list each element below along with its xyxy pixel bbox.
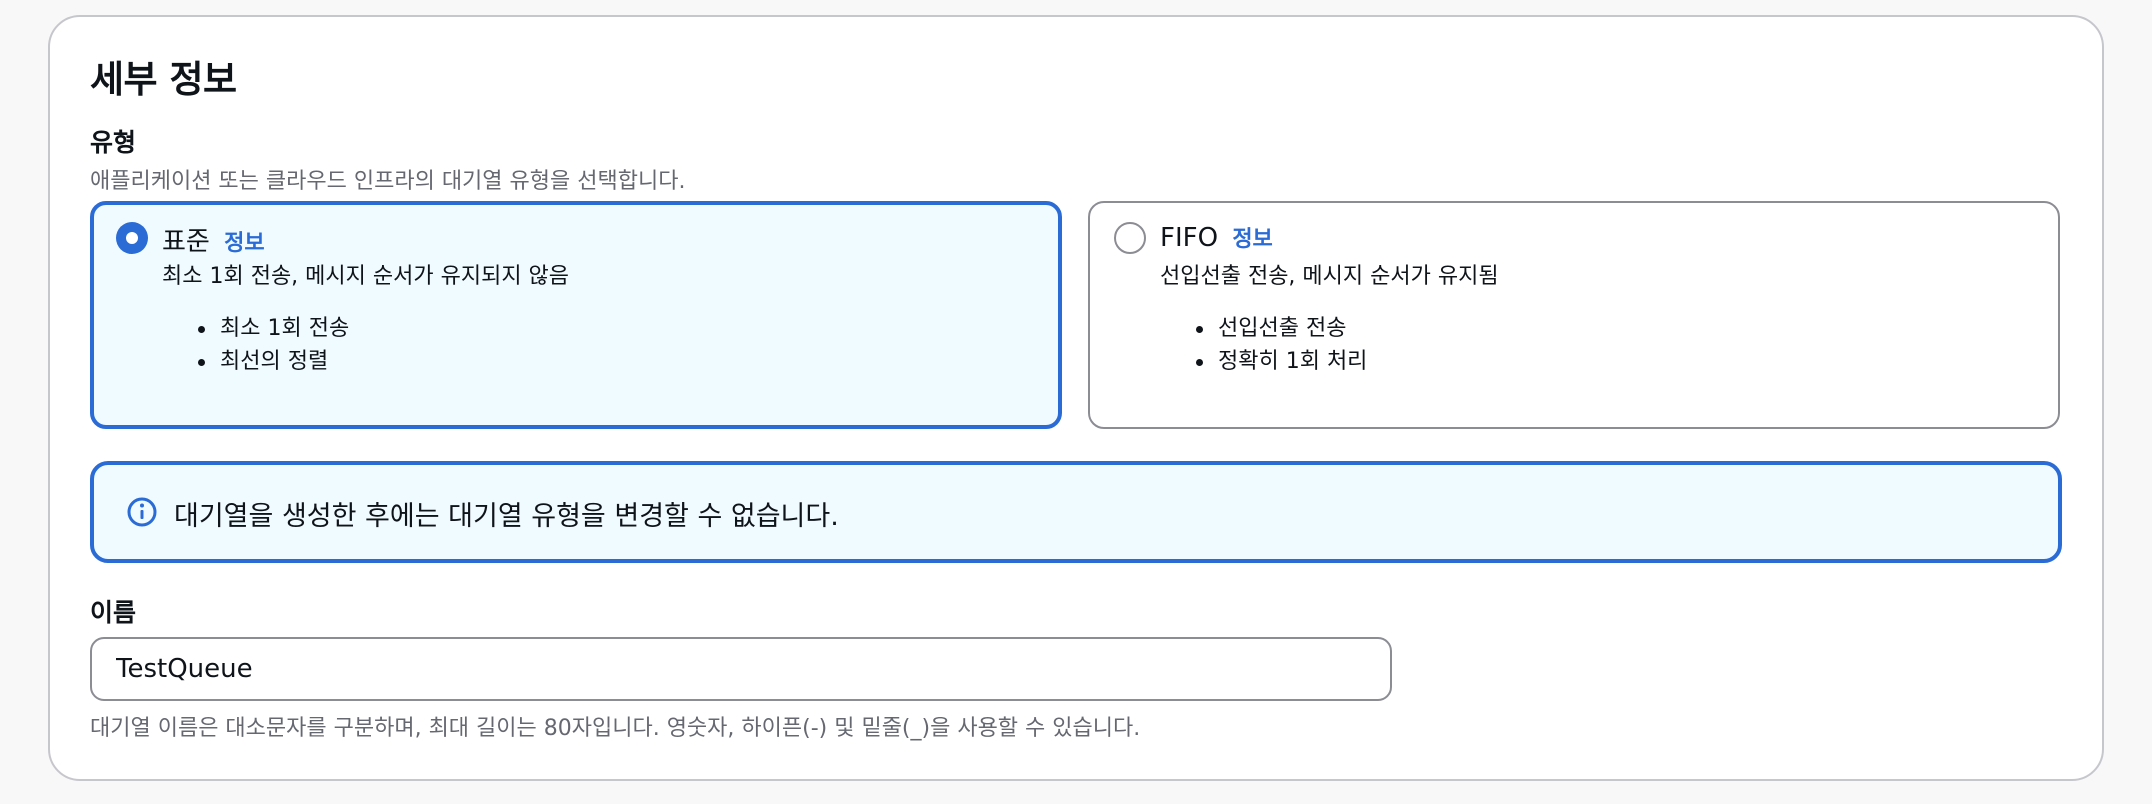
info-icon bbox=[127, 497, 157, 527]
standard-bullet-list: 최소 1회 전송 최선의 정렬 bbox=[197, 312, 349, 378]
details-panel: 세부 정보 유형 애플리케이션 또는 클라우드 인프라의 대기열 유형을 선택합… bbox=[48, 15, 2104, 781]
queue-type-fifo-tile[interactable]: FIFO 정보 선입선출 전송, 메시지 순서가 유지됨 선입선출 전송 정확히… bbox=[1088, 201, 2060, 429]
fifo-title-row: FIFO 정보 bbox=[1160, 221, 1273, 253]
type-label: 유형 bbox=[90, 128, 137, 157]
list-item: 정확히 1회 처리 bbox=[1195, 345, 1367, 378]
list-item: 최선의 정렬 bbox=[197, 345, 349, 378]
queue-name-input[interactable] bbox=[90, 637, 1392, 701]
section-title: 세부 정보 bbox=[90, 58, 237, 101]
list-item: 최소 1회 전송 bbox=[197, 312, 349, 345]
fifo-title: FIFO bbox=[1160, 223, 1219, 253]
fifo-subtitle: 선입선출 전송, 메시지 순서가 유지됨 bbox=[1160, 264, 1499, 289]
radio-fifo[interactable] bbox=[1114, 222, 1146, 254]
standard-title: 표준 bbox=[162, 227, 210, 257]
fifo-info-link[interactable]: 정보 bbox=[1232, 227, 1272, 252]
standard-title-row: 표준 정보 bbox=[162, 221, 265, 258]
list-item: 선입선출 전송 bbox=[1195, 312, 1367, 345]
queue-type-standard-tile[interactable]: 표준 정보 최소 1회 전송, 메시지 순서가 유지되지 않음 최소 1회 전송… bbox=[90, 201, 1062, 429]
standard-subtitle: 최소 1회 전송, 메시지 순서가 유지되지 않음 bbox=[162, 264, 570, 289]
name-label: 이름 bbox=[90, 598, 137, 627]
radio-standard[interactable] bbox=[116, 222, 148, 254]
alert-text: 대기열을 생성한 후에는 대기열 유형을 변경할 수 없습니다. bbox=[174, 501, 839, 532]
type-description: 애플리케이션 또는 클라우드 인프라의 대기열 유형을 선택합니다. bbox=[90, 169, 686, 194]
info-alert: 대기열을 생성한 후에는 대기열 유형을 변경할 수 없습니다. bbox=[90, 461, 2062, 563]
name-hint: 대기열 이름은 대소문자를 구분하며, 최대 길이는 80자입니다. 영숫자, … bbox=[90, 716, 1141, 741]
fifo-bullet-list: 선입선출 전송 정확히 1회 처리 bbox=[1195, 312, 1367, 378]
standard-info-link[interactable]: 정보 bbox=[224, 231, 264, 256]
